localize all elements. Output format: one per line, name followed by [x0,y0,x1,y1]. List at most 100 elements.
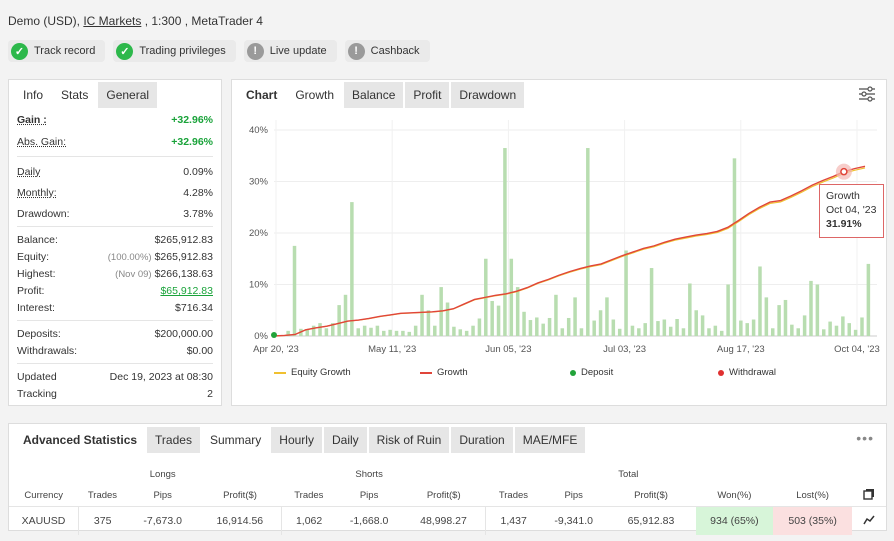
profit-bar [617,328,622,336]
chart-settings-icon[interactable] [858,85,876,103]
profit-bar [496,305,501,336]
x-tick-label: Jul 03, '23 [603,344,646,355]
tab-growth[interactable]: Growth [287,82,343,108]
profit-bar [515,287,520,336]
profit-bar [758,266,762,336]
profit-bar [764,297,769,336]
balance-label: Balance: [17,234,58,246]
x-tick-label: May 11, '23 [368,344,416,355]
legend-label: Deposit [581,367,614,378]
profit-bar [643,323,647,336]
deposit-point [271,332,277,338]
updated-row: Updated Dec 19, 2023 at 08:30 [17,371,213,383]
tab-profit[interactable]: Profit [405,82,450,108]
profit-bar [853,329,858,336]
equity-label: Equity: [17,251,50,263]
legend-deposit[interactable]: Deposit [570,367,613,378]
cell-pips: -7,673.0 [126,506,199,535]
broker-link[interactable]: IC Markets [83,14,141,28]
profit-bar [490,300,494,336]
profit-bar [337,305,341,336]
summary-table: Longs Shorts Total Currency Trades Pips Pr… [9,464,886,535]
advanced-statistics-panel: Advanced Statistics Trades Summary Hourl… [8,423,887,535]
check-icon: ✓ [11,42,28,60]
tab-duration[interactable]: Duration [451,427,513,453]
profit-bar [656,321,660,336]
profit-bar [598,310,603,336]
tab-general[interactable]: General [98,82,158,108]
copy-icon[interactable] [852,485,886,507]
profit-bar [503,148,507,336]
cell-trades: 375 [77,506,127,535]
deposits-value: $200,000.00 [154,328,213,340]
growth-line [273,165,866,337]
cashback-badge[interactable]: ! Cashback [344,40,430,62]
legend-withdrawal[interactable]: Withdrawal [718,367,776,378]
cell-won: 934 (65%) [695,506,774,535]
profit-bar [477,318,482,336]
advanced-title: Advanced Statistics [23,433,138,447]
profit-value[interactable]: $65,912.83 [160,285,213,297]
chart-tabs: Chart Growth Balance Profit Drawdown [238,82,525,108]
daily-label[interactable]: Daily [17,166,40,178]
tab-trades[interactable]: Trades [147,427,200,453]
legend-equity-growth[interactable]: Equity Growth [274,367,351,378]
profit-bar [586,148,590,336]
tooltip-date: Oct 04, '23 [826,204,877,216]
divider [17,156,213,157]
trading-privileges-badge[interactable]: ✓ Trading privileges [113,40,236,62]
info-tabs: Info Stats General [15,82,158,108]
live-update-badge[interactable]: ! Live update [243,40,337,62]
tab-mae-mfe[interactable]: MAE/MFE [514,427,586,453]
tracking-value: 2 [207,388,213,400]
tab-balance[interactable]: Balance [344,82,404,108]
growth-chart: 40% 30% 20% 10% 0% Apr 20, '23 May 11, '23 Jun … [249,120,880,355]
divider [17,320,213,321]
tab-summary[interactable]: Summary [201,427,270,453]
profit-bar [452,326,456,336]
profit-bar [719,330,724,336]
chart-icon[interactable] [852,506,886,535]
tab-risk-of-ruin[interactable]: Risk of Ruin [368,427,450,453]
profit-bar [783,299,788,336]
profit-bar [821,329,826,336]
tab-hourly[interactable]: Hourly [271,427,322,453]
interest-value: $716.34 [175,302,213,314]
legend-growth[interactable]: Growth [420,367,468,378]
gain-label[interactable]: Gain : [17,114,47,126]
profit-bar [350,202,354,336]
more-options-icon[interactable]: ••• [856,430,874,446]
tab-daily[interactable]: Daily [323,427,367,453]
tracking-label: Tracking [17,388,57,400]
monthly-row: Monthly: 4.28% [17,187,213,199]
group-header-row: Longs Shorts Total [9,464,886,485]
equity-growth-line [273,167,866,337]
cell-lost: 503 (35%) [773,506,853,535]
profit-bar [356,328,361,336]
profit-bar [675,319,679,336]
interest-label: Interest: [17,302,55,314]
tab-stats[interactable]: Stats [53,82,97,108]
y-tick-label: 20% [249,228,269,239]
drawdown-label: Drawdown: [17,208,70,220]
chart-tooltip: Growth Oct 04, '23 31.91% [819,184,884,238]
profit-bar [311,325,316,336]
cell-profit: 48,998.27 [401,506,486,535]
profit-bar [509,258,514,336]
col-header: Pips [153,490,172,501]
track-record-badge[interactable]: ✓ Track record [8,40,106,62]
drawdown-value: 3.78% [183,208,213,220]
profit-bar [535,317,539,336]
highest-date: (Nov 09) [115,269,152,280]
cell-trades: 1,437 [485,506,542,535]
profit-bar [841,316,845,336]
abs-gain-label[interactable]: Abs. Gain: [17,136,66,148]
gain-value: +32.96% [171,114,213,126]
abs-gain-row: Abs. Gain: +32.96% [17,136,213,148]
info-panel: Info Stats General Gain : +32.96% Abs. Ga… [8,79,222,406]
divider [17,363,213,364]
profit-bar [388,329,392,336]
tab-drawdown[interactable]: Drawdown [451,82,525,108]
monthly-label[interactable]: Monthly: [17,187,57,199]
tab-info[interactable]: Info [15,82,52,108]
